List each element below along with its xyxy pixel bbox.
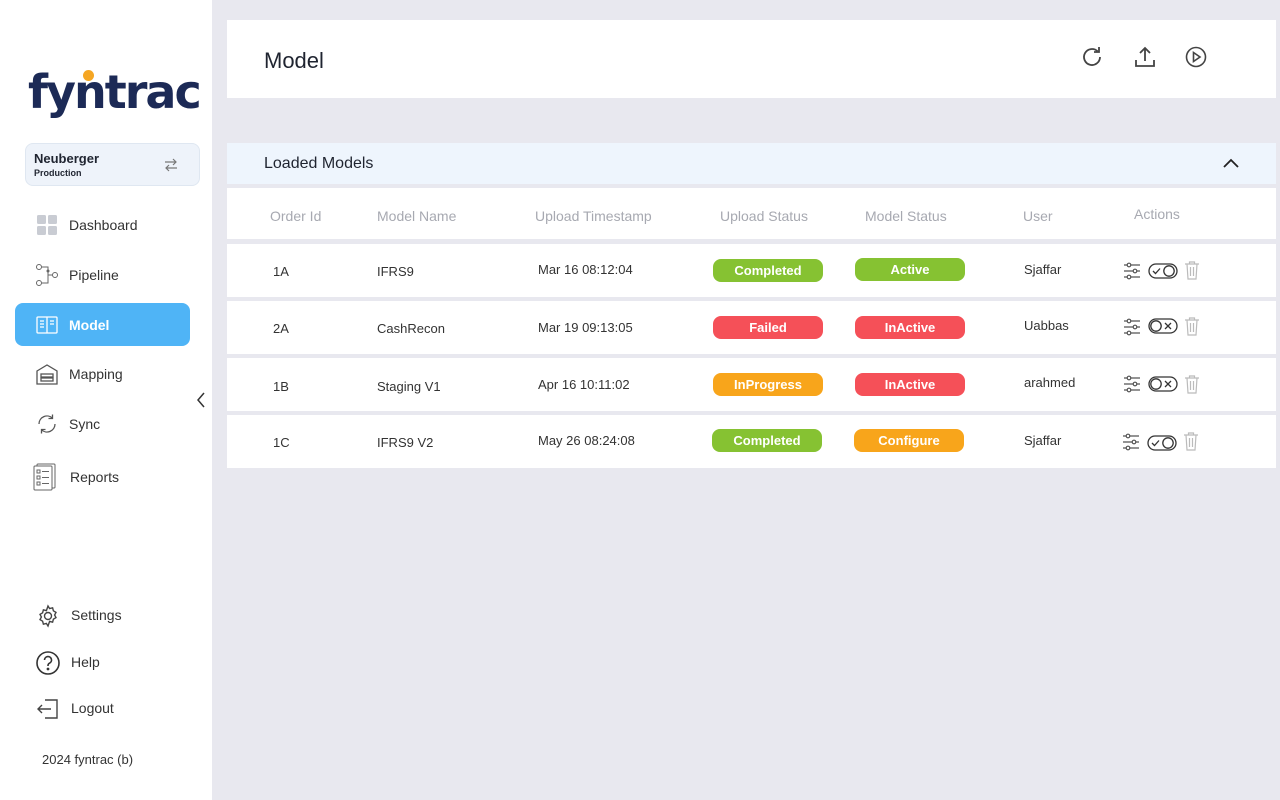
sidebar-item-label: Pipeline [69,266,119,283]
cell-upload-timestamp: May 26 08:24:08 [538,433,635,448]
model-icon [36,316,58,334]
column-header-order-id: Order Id [270,208,322,224]
cell-upload-timestamp: Mar 16 08:12:04 [538,262,633,277]
chevron-up-icon[interactable] [1222,156,1240,170]
toggle-on-icon[interactable] [1148,263,1178,279]
model-status-badge: Configure [854,429,964,452]
sidebar-item-settings[interactable]: Settings [35,600,185,630]
sidebar-item-label: Reports [70,468,120,485]
cell-user: Uabbas [1024,318,1069,333]
sidebar-item-pipeline[interactable]: Pipeline [15,253,190,296]
logo-dot [83,70,94,81]
table-row[interactable]: 2A CashRecon Mar 19 09:13:05 Failed InAc… [227,301,1276,354]
org-environment: Production [34,168,82,178]
trash-icon[interactable] [1184,316,1200,336]
upload-icon[interactable] [1132,44,1158,70]
sidebar-item-label: Help [71,654,100,670]
sidebar-item-label: Sync [69,415,101,432]
sliders-icon[interactable] [1122,317,1142,337]
model-status-badge: Active [855,258,965,281]
fyntrac-logo[interactable]: fyntrac [28,62,202,122]
cell-user: Sjaffar [1024,433,1062,448]
toggle-off-icon[interactable] [1148,376,1178,392]
logo-text: fyntrac [28,65,202,119]
section-title: Loaded Models [264,155,374,172]
cell-order-id: 1B [273,379,289,394]
column-header-upload-status: Upload Status [720,208,808,224]
gear-icon [39,604,57,628]
org-name: Neuberger [34,151,100,166]
sliders-icon[interactable] [1121,432,1141,452]
toggle-off-icon[interactable] [1148,318,1178,334]
trash-icon[interactable] [1184,260,1200,280]
cell-order-id: 1A [273,264,289,279]
sidebar-item-label: Model [69,316,110,333]
copyright-text: 2024 fyntrac (b) [42,752,134,767]
sidebar-item-label: Dashboard [69,216,138,233]
upload-status-badge: Completed [713,259,823,282]
cell-model-name: IFRS9 V2 [377,435,434,450]
page-header: Model [227,20,1276,98]
column-header-model-status: Model Status [865,208,947,224]
cell-order-id: 2A [273,321,289,336]
cell-upload-timestamp: Apr 16 10:11:02 [538,377,630,392]
switch-arrows-icon[interactable] [163,157,179,173]
table-row[interactable]: 1B Staging V1 Apr 16 10:11:02 InProgress… [227,358,1276,411]
column-header-actions: Actions [1134,206,1180,222]
model-status-badge: InActive [855,316,965,339]
sidebar-item-logout[interactable]: Logout [35,693,185,723]
sidebar-item-dashboard[interactable]: Dashboard [15,203,190,246]
cell-model-name: IFRS9 [377,264,414,279]
sidebar-item-sync[interactable]: Sync [15,402,190,445]
loaded-models-section-header[interactable]: Loaded Models [227,143,1276,184]
page-title: Model [264,48,324,73]
sidebar-item-model[interactable]: Model [15,303,190,346]
table-row[interactable]: 1A IFRS9 Mar 16 08:12:04 Completed Activ… [227,244,1276,297]
sliders-icon[interactable] [1122,374,1142,394]
refresh-icon[interactable] [1079,44,1105,70]
sidebar-item-help[interactable]: Help [35,647,185,677]
sidebar: fyntrac Neuberger Production Dashboard P… [0,0,212,800]
model-status-badge: InActive [855,373,965,396]
logout-icon [37,699,58,719]
sidebar-item-label: Logout [71,700,114,716]
cell-order-id: 1C [273,435,290,450]
pipeline-icon [36,264,58,286]
mapping-icon [36,364,58,385]
cell-user: Sjaffar [1024,262,1062,277]
help-icon [36,651,60,675]
org-switcher[interactable]: Neuberger Production [25,143,200,186]
sync-icon [38,414,56,434]
cell-user: arahmed [1024,375,1076,390]
toggle-on-icon[interactable] [1147,435,1177,451]
play-icon[interactable] [1183,44,1209,70]
upload-status-badge: Completed [712,429,822,452]
table-header: Order Id Model Name Upload Timestamp Upl… [227,188,1276,239]
trash-icon[interactable] [1184,374,1200,394]
dashboard-icon [37,215,57,235]
sliders-icon[interactable] [1122,261,1142,281]
sidebar-item-label: Mapping [69,365,123,382]
column-header-user: User [1023,208,1053,224]
upload-status-badge: Failed [713,316,823,339]
cell-model-name: Staging V1 [377,379,441,394]
sidebar-item-label: Settings [71,607,122,623]
collapse-sidebar-chevron-icon[interactable] [193,390,209,410]
reports-icon [33,463,56,491]
sidebar-item-reports[interactable]: Reports [15,455,190,498]
cell-model-name: CashRecon [377,321,445,336]
sidebar-item-mapping[interactable]: Mapping [15,352,190,395]
trash-icon[interactable] [1183,431,1199,451]
column-header-upload-timestamp: Upload Timestamp [535,208,652,224]
upload-status-badge: InProgress [713,373,823,396]
cell-upload-timestamp: Mar 19 09:13:05 [538,320,633,335]
table-row[interactable]: 1C IFRS9 V2 May 26 08:24:08 Completed Co… [227,415,1276,468]
column-header-model-name: Model Name [377,208,457,224]
